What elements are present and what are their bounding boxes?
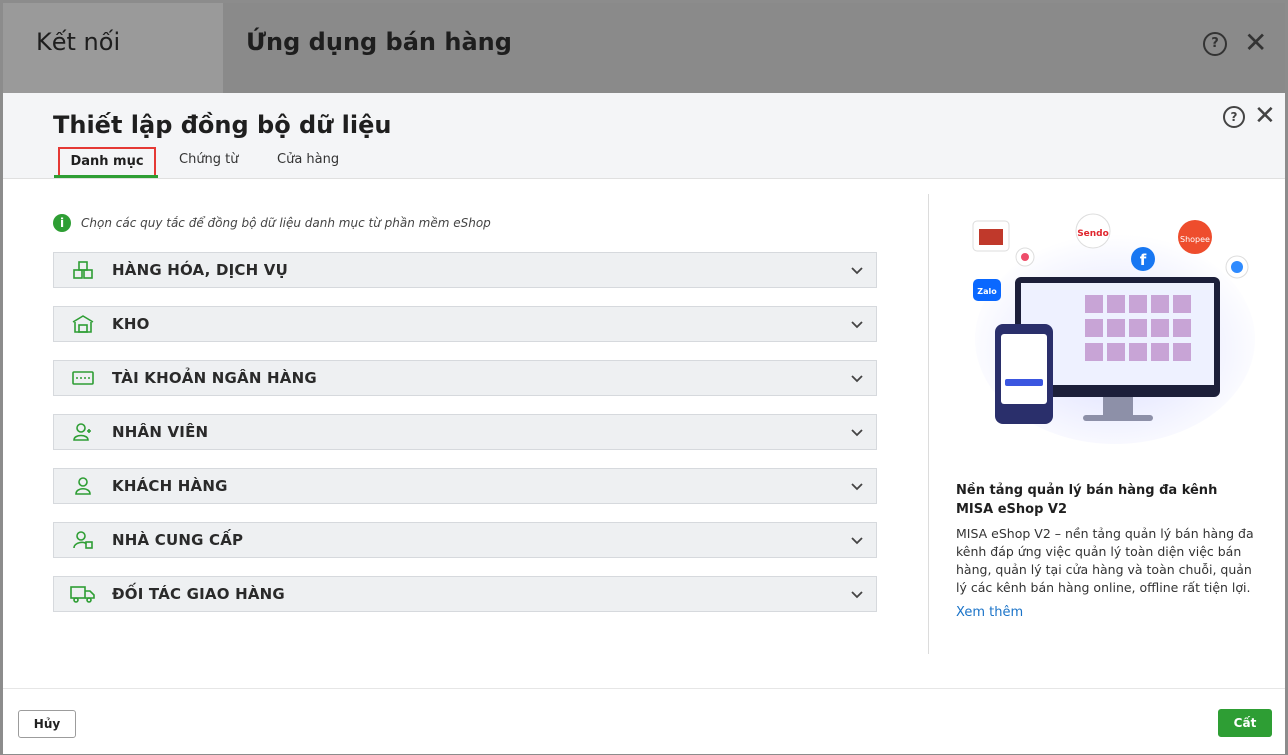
sync-settings-dialog: Thiết lập đồng bộ dữ liệu ? ✕ Danh mục C… bbox=[3, 93, 1285, 754]
delivery-truck-icon bbox=[70, 583, 96, 605]
bank-card-icon bbox=[70, 367, 96, 389]
chevron-down-icon[interactable] bbox=[850, 587, 864, 601]
section-label: KHO bbox=[112, 315, 150, 333]
section-nha-cung-cap[interactable]: NHÀ CUNG CẤP bbox=[53, 522, 877, 558]
section-kho[interactable]: KHO bbox=[53, 306, 877, 342]
section-doi-tac-giao-hang[interactable]: ĐỐI TÁC GIAO HÀNG bbox=[53, 576, 877, 612]
section-label: TÀI KHOẢN NGÂN HÀNG bbox=[112, 369, 317, 387]
dialog-title: Thiết lập đồng bộ dữ liệu bbox=[53, 111, 392, 139]
chevron-down-icon[interactable] bbox=[850, 317, 864, 331]
background-title: Ứng dụng bán hàng bbox=[246, 28, 512, 56]
boxes-icon bbox=[70, 259, 96, 281]
chevron-down-icon[interactable] bbox=[850, 263, 864, 277]
dialog-close-icon[interactable]: ✕ bbox=[1254, 103, 1276, 129]
section-nhan-vien[interactable]: NHÂN VIÊN bbox=[53, 414, 877, 450]
chevron-down-icon[interactable] bbox=[850, 425, 864, 439]
section-hang-hoa-dich-vu[interactable]: HÀNG HÓA, DỊCH VỤ bbox=[53, 252, 877, 288]
cancel-button[interactable]: Hủy bbox=[18, 710, 76, 738]
eshop-illustration: Sendo Shopee f Zalo bbox=[972, 213, 1255, 444]
close-icon[interactable]: ✕ bbox=[1244, 29, 1267, 57]
promo-description: MISA eShop V2 – nền tảng quản lý bán hàn… bbox=[956, 526, 1254, 595]
info-line: i Chọn các quy tắc để đồng bộ dữ liệu da… bbox=[53, 214, 491, 232]
background-tab-label: Kết nối bbox=[36, 28, 121, 56]
zalo-logo-text: Zalo bbox=[977, 287, 997, 296]
save-button[interactable]: Cất bbox=[1218, 709, 1272, 737]
supplier-icon bbox=[70, 529, 96, 551]
section-khach-hang[interactable]: KHÁCH HÀNG bbox=[53, 468, 877, 504]
customer-icon bbox=[70, 475, 96, 497]
info-text: Chọn các quy tắc để đồng bộ dữ liệu danh… bbox=[81, 216, 491, 230]
sendo-logo-text: Sendo bbox=[1077, 229, 1109, 239]
employee-icon bbox=[70, 421, 96, 443]
dialog-footer: Hủy Cất bbox=[3, 688, 1285, 754]
see-more-link[interactable]: Xem thêm bbox=[956, 605, 1023, 620]
dialog-header: Thiết lập đồng bộ dữ liệu ? ✕ Danh mục C… bbox=[3, 93, 1285, 179]
section-tai-khoan-ngan-hang[interactable]: TÀI KHOẢN NGÂN HÀNG bbox=[53, 360, 877, 396]
shopee-logo-text: Shopee bbox=[1180, 235, 1210, 244]
section-label: HÀNG HÓA, DỊCH VỤ bbox=[112, 261, 288, 279]
panel-divider bbox=[928, 194, 929, 654]
chevron-down-icon[interactable] bbox=[850, 371, 864, 385]
dialog-help-icon[interactable]: ? bbox=[1223, 106, 1245, 128]
promo-title: Nền tảng quản lý bán hàng đa kênh MISA e… bbox=[956, 483, 1218, 517]
section-label: ĐỐI TÁC GIAO HÀNG bbox=[112, 585, 285, 603]
tab-chung-tu[interactable]: Chứng từ bbox=[179, 147, 239, 177]
tab-danh-muc[interactable]: Danh mục bbox=[58, 147, 156, 177]
tab-cua-hang[interactable]: Cửa hàng bbox=[277, 147, 339, 177]
warehouse-icon bbox=[70, 313, 96, 335]
info-icon: i bbox=[53, 214, 71, 232]
chevron-down-icon[interactable] bbox=[850, 533, 864, 547]
chevron-down-icon[interactable] bbox=[850, 479, 864, 493]
section-label: NHÂN VIÊN bbox=[112, 423, 209, 441]
section-label: NHÀ CUNG CẤP bbox=[112, 531, 244, 549]
help-icon[interactable]: ? bbox=[1203, 32, 1227, 56]
svg-text:f: f bbox=[1140, 251, 1147, 269]
section-label: KHÁCH HÀNG bbox=[112, 477, 228, 495]
active-tab-underline bbox=[54, 175, 158, 178]
